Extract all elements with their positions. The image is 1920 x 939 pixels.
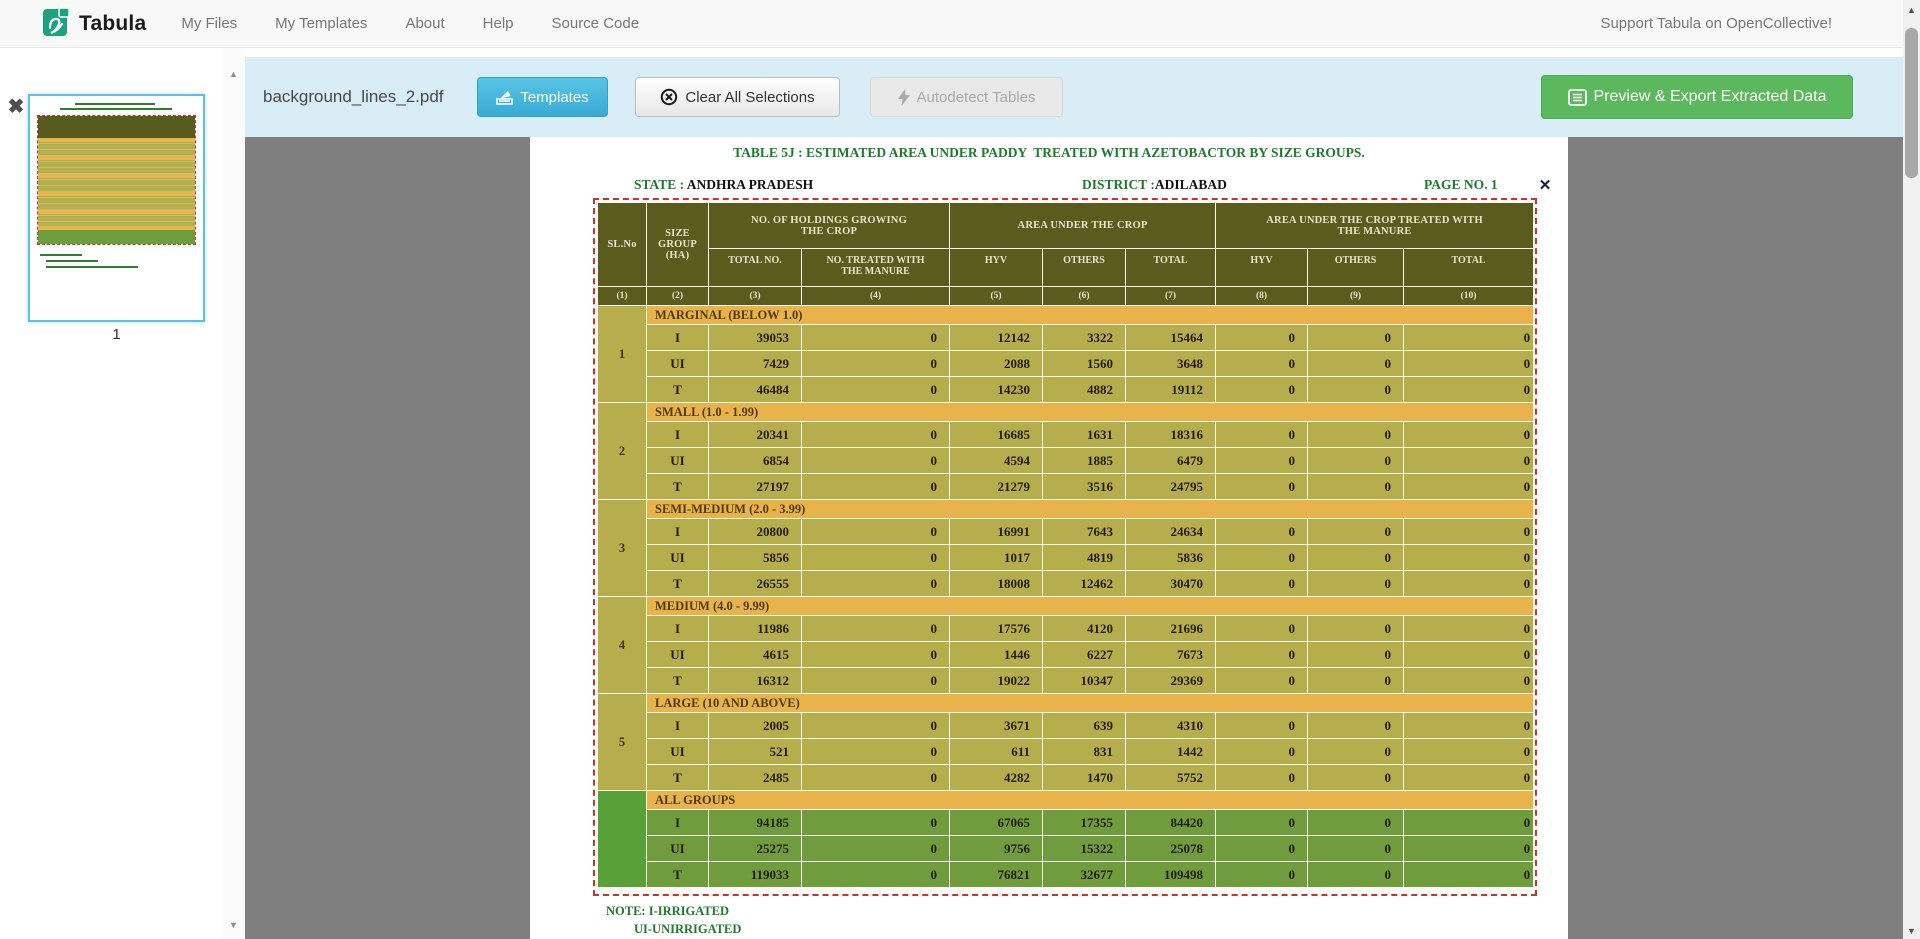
clear-all-selections-label: Clear All Selections — [685, 89, 814, 106]
document-viewer: TABLE 5J : ESTIMATED AREA UNDER PADDY TR… — [245, 137, 1903, 939]
templates-label: Templates — [520, 89, 588, 106]
mini-table — [38, 116, 195, 244]
mini-title-line — [75, 103, 155, 105]
page-thumbnail[interactable] — [28, 94, 205, 322]
selection-close-button[interactable]: ✕ — [1536, 177, 1554, 195]
clear-circle-x-icon — [660, 88, 678, 106]
nav-item-about[interactable]: About — [386, 0, 463, 48]
support-link[interactable]: Support Tabula on OpenCollective! — [1600, 0, 1832, 48]
page-number-label: 1 — [28, 326, 205, 343]
preview-export-button[interactable]: Preview & Export Extracted Data — [1541, 75, 1853, 119]
autodetect-tables-label: Autodetect Tables — [917, 89, 1036, 106]
templates-button[interactable]: Templates — [477, 77, 608, 117]
lightning-bolt-icon — [898, 89, 910, 106]
nav-item-help[interactable]: Help — [464, 0, 533, 48]
window-scrollbar[interactable]: ▲ ▼ — [1903, 0, 1920, 939]
mini-note-line — [46, 260, 98, 262]
thumbnail-sidebar: ✖ 1 — [0, 48, 222, 939]
sidebar-scroll-down-icon[interactable]: ▼ — [222, 917, 245, 933]
nav-links: My Files My Templates About Help Source … — [162, 0, 658, 48]
note-line: UI-UNIRRIGATED — [634, 920, 741, 938]
templates-icon — [496, 90, 513, 105]
scroll-down-icon[interactable]: ▼ — [1903, 923, 1920, 939]
tabula-logo-icon — [42, 5, 70, 42]
doc-title: TABLE 5J : ESTIMATED AREA UNDER PADDY TR… — [530, 145, 1568, 161]
scroll-up-icon[interactable]: ▲ — [1903, 2, 1920, 18]
toolbar: background_lines_2.pdf Templates Clear A… — [245, 57, 1903, 137]
brand[interactable]: Tabula — [42, 5, 146, 42]
mini-note-line — [46, 266, 138, 268]
district-field: DISTRICT :ADILABAD — [1082, 177, 1227, 193]
nav-item-source-code[interactable]: Source Code — [533, 0, 659, 48]
clear-all-selections-button[interactable]: Clear All Selections — [635, 77, 840, 117]
sidebar-scrollbar[interactable]: ▲ ▼ — [222, 48, 245, 939]
remove-page-button[interactable]: ✖ — [5, 96, 27, 118]
nav-item-my-templates[interactable]: My Templates — [256, 0, 386, 48]
preview-export-label: Preview & Export Extracted Data — [1594, 88, 1827, 106]
scrollbar-thumb[interactable] — [1905, 28, 1918, 178]
mini-note-line — [40, 254, 82, 256]
navbar: Tabula My Files My Templates About Help … — [0, 0, 1920, 48]
brand-title: Tabula — [79, 12, 146, 36]
doc-meta-line: STATE : ANDHRA PRADESH DISTRICT :ADILABA… — [530, 177, 1568, 195]
pdf-page[interactable]: TABLE 5J : ESTIMATED AREA UNDER PADDY TR… — [530, 137, 1568, 939]
state-field: STATE : ANDHRA PRADESH — [634, 177, 813, 193]
nav-item-my-files[interactable]: My Files — [162, 0, 256, 48]
autodetect-tables-button[interactable]: Autodetect Tables — [870, 77, 1063, 117]
mini-title-line — [60, 108, 172, 110]
sidebar-scroll-up-icon[interactable]: ▲ — [222, 66, 245, 82]
page-no-field: PAGE NO. 1 — [1424, 177, 1498, 193]
export-table-icon — [1568, 89, 1587, 106]
table-selection-box[interactable] — [593, 198, 1537, 896]
doc-notes: NOTE: I-IRRIGATED UI-UNIRRIGATED — [606, 902, 741, 938]
note-line: NOTE: I-IRRIGATED — [606, 902, 741, 920]
filename-label: background_lines_2.pdf — [263, 57, 444, 137]
